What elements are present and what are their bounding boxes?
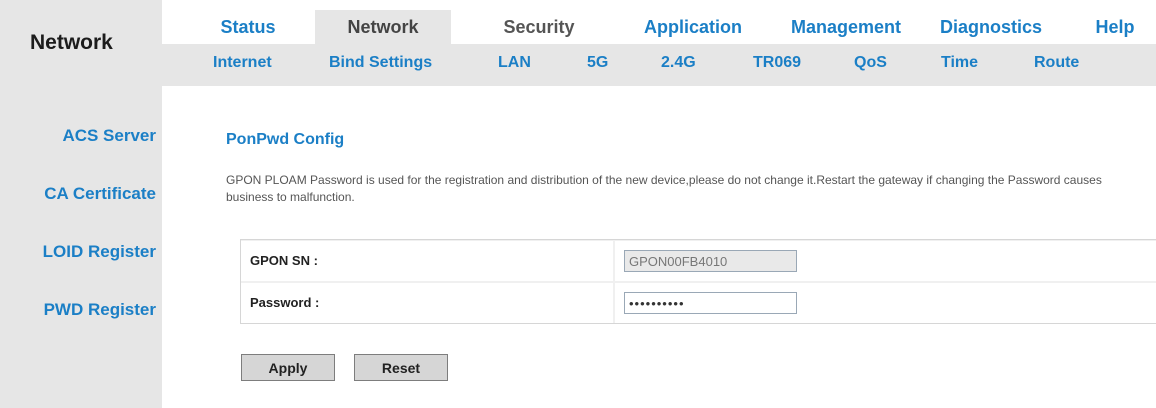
gpon-sn-label: GPON SN : bbox=[241, 241, 613, 281]
config-form: GPON SN : Password : bbox=[240, 239, 1156, 324]
password-field[interactable] bbox=[624, 292, 797, 314]
sub-tab-tr069[interactable]: TR069 bbox=[753, 54, 801, 72]
sub-tab-time[interactable]: Time bbox=[941, 54, 978, 72]
top-tab-management[interactable]: Management bbox=[782, 10, 910, 44]
password-cell bbox=[615, 283, 1156, 323]
password-label: Password : bbox=[241, 283, 613, 323]
sidebar-item-loid-register[interactable]: LOID Register bbox=[43, 242, 156, 262]
sub-nav: Internet Bind Settings LAN 5G 2.4G TR069… bbox=[162, 44, 1156, 86]
top-tab-security[interactable]: Security bbox=[485, 10, 593, 44]
brand-title: Network bbox=[0, 0, 162, 86]
top-tab-status[interactable]: Status bbox=[195, 10, 301, 44]
sub-tab-internet[interactable]: Internet bbox=[213, 54, 272, 72]
gpon-sn-cell bbox=[615, 241, 1156, 281]
top-tab-help[interactable]: Help bbox=[1090, 10, 1140, 44]
sub-tab-2-4g[interactable]: 2.4G bbox=[661, 54, 696, 72]
sidebar-item-pwd-register[interactable]: PWD Register bbox=[44, 300, 156, 320]
sub-tab-5g[interactable]: 5G bbox=[587, 54, 608, 72]
sub-tab-lan[interactable]: LAN bbox=[498, 54, 531, 72]
form-row-password: Password : bbox=[241, 283, 1156, 323]
sidebar-item-ca-certificate[interactable]: CA Certificate bbox=[44, 184, 156, 204]
reset-button[interactable]: Reset bbox=[354, 354, 448, 381]
main-content: PonPwd Config GPON PLOAM Password is use… bbox=[162, 86, 1156, 408]
page-description: GPON PLOAM Password is used for the regi… bbox=[226, 173, 1102, 204]
apply-button[interactable]: Apply bbox=[241, 354, 335, 381]
gpon-sn-field[interactable] bbox=[624, 250, 797, 272]
sub-tab-route[interactable]: Route bbox=[1034, 54, 1079, 72]
top-tab-application[interactable]: Application bbox=[628, 10, 758, 44]
sidebar: ACS Server CA Certificate LOID Register … bbox=[0, 86, 162, 408]
top-tab-network[interactable]: Network bbox=[315, 10, 451, 44]
sidebar-item-acs-server[interactable]: ACS Server bbox=[62, 126, 156, 146]
sub-tab-bind-settings[interactable]: Bind Settings bbox=[329, 54, 432, 72]
top-tab-diagnostics[interactable]: Diagnostics bbox=[927, 10, 1055, 44]
page-title: PonPwd Config bbox=[226, 131, 345, 148]
form-row-gpon-sn: GPON SN : bbox=[241, 241, 1156, 281]
sub-tab-qos[interactable]: QoS bbox=[854, 54, 887, 72]
top-nav: Status Network Security Application Mana… bbox=[162, 10, 1156, 44]
